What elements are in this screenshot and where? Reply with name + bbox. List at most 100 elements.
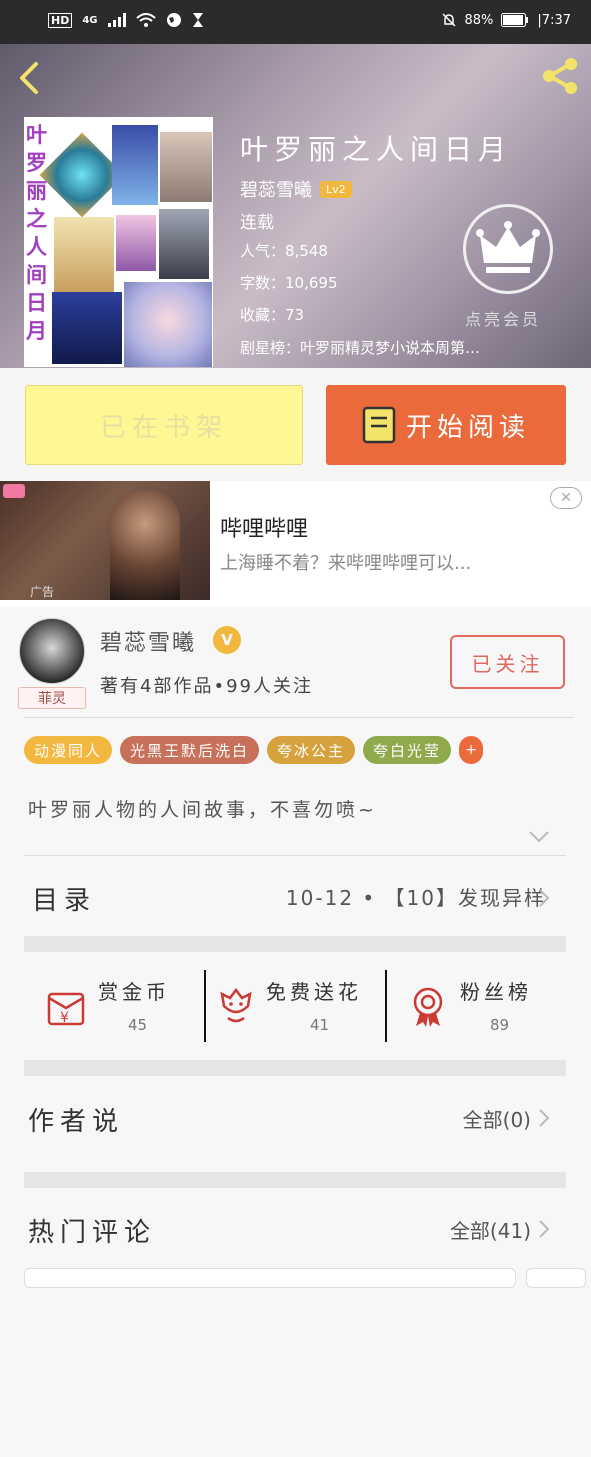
clock-text: |7:37 bbox=[537, 12, 571, 28]
globe-icon bbox=[166, 13, 181, 27]
gift-fans[interactable]: 粉丝榜 89 bbox=[388, 968, 566, 1044]
gift-count: 41 bbox=[310, 1016, 330, 1034]
vip-crown-button[interactable] bbox=[463, 204, 553, 294]
toc-latest-chapter[interactable]: 10-12 • 【10】发现异样 bbox=[286, 882, 546, 911]
book-title: 叶罗丽之人间日月 bbox=[240, 133, 513, 166]
wifi-icon bbox=[135, 13, 156, 27]
time-value: 7:37 bbox=[541, 12, 571, 28]
divider bbox=[24, 717, 574, 718]
hot-comments-all[interactable]: 全部(41) bbox=[450, 1215, 531, 1244]
chevron-right-icon[interactable] bbox=[537, 1108, 551, 1128]
author-works-info: 著有4部作品•99人关注 bbox=[100, 676, 313, 697]
gift-flower[interactable]: 免费送花 41 bbox=[206, 968, 386, 1044]
cover-art-5 bbox=[159, 209, 209, 279]
hd-icon: HD bbox=[48, 12, 73, 28]
chevron-right-icon[interactable] bbox=[537, 1219, 551, 1239]
gift-coin[interactable]: ¥ 赏金币 45 bbox=[24, 968, 204, 1044]
cover-art-6 bbox=[52, 292, 122, 364]
chevron-down-icon[interactable] bbox=[528, 830, 550, 844]
battery-text: 88% bbox=[464, 12, 494, 28]
book-cover[interactable]: 叶罗丽之人间日月 bbox=[24, 117, 213, 367]
hourglass-icon bbox=[192, 13, 203, 27]
favorites-label: 收藏： bbox=[240, 306, 286, 324]
verified-v-icon: V bbox=[213, 626, 241, 654]
popularity-value: 8,548 bbox=[285, 242, 328, 260]
ad-image[interactable]: 广告 bbox=[0, 481, 210, 600]
author-section-name[interactable]: 碧蕊雪曦 bbox=[100, 625, 196, 657]
in-shelf-button[interactable]: 已在书架 bbox=[25, 385, 303, 465]
author-say-all[interactable]: 全部(0) bbox=[463, 1104, 531, 1133]
gift-label: 赏金币 bbox=[98, 980, 170, 1004]
words-label: 字数： bbox=[240, 274, 286, 292]
start-reading-button[interactable]: 开始阅读 bbox=[326, 385, 566, 465]
words-stat: 字数：10,695 bbox=[240, 272, 338, 293]
ad-label: 广告 bbox=[30, 585, 55, 599]
divider bbox=[24, 855, 566, 856]
ad-title[interactable]: 哔哩哔哩 bbox=[220, 511, 308, 543]
words-value: 10,695 bbox=[285, 274, 338, 292]
gift-separator bbox=[385, 970, 387, 1042]
tag-item[interactable]: 光黑王默后洗白 bbox=[120, 736, 260, 764]
author-avatar[interactable] bbox=[19, 618, 85, 684]
book-description: 叶罗丽人物的人间故事，不喜勿喷~ bbox=[28, 799, 377, 821]
book-status: 连载 bbox=[240, 213, 274, 233]
svg-text:¥: ¥ bbox=[60, 1010, 69, 1026]
cover-art-7 bbox=[124, 282, 212, 367]
section-band bbox=[24, 1172, 566, 1188]
cover-art-2 bbox=[160, 132, 212, 202]
popularity-stat: 人气：8,548 bbox=[240, 240, 328, 261]
more-tags-button[interactable]: + bbox=[459, 736, 484, 764]
status-right: 88% |7:37 bbox=[441, 12, 571, 28]
gift-count: 45 bbox=[128, 1016, 148, 1034]
cover-art-1 bbox=[112, 125, 158, 205]
battery-icon bbox=[501, 13, 529, 27]
ad-subtitle[interactable]: 上海睡不着？来哔哩哔哩可以... bbox=[220, 549, 471, 575]
network-icon: 4G bbox=[82, 14, 98, 26]
comment-card[interactable] bbox=[526, 1268, 586, 1288]
medal-icon bbox=[413, 987, 443, 1027]
start-reading-label: 开始阅读 bbox=[405, 412, 530, 443]
gift-row: ¥ 赏金币 45 免费送花 41 粉丝榜 89 bbox=[24, 968, 566, 1044]
share-icon[interactable] bbox=[539, 56, 581, 96]
rank-text[interactable]: 剧星榜：叶罗丽精灵梦小说本周第… bbox=[240, 337, 590, 358]
favorites-stat: 收藏：73 bbox=[240, 304, 304, 325]
ad-figure bbox=[110, 491, 180, 600]
status-bar: HD 4G 88% |7:37 bbox=[0, 0, 591, 44]
author-title-badge: 菲灵 bbox=[18, 687, 86, 709]
toc-label[interactable]: 目录 bbox=[32, 880, 96, 917]
author-name: 碧蕊雪曦 bbox=[240, 180, 312, 201]
comment-card[interactable] bbox=[24, 1268, 516, 1288]
author-level-badge: Lv2 bbox=[320, 180, 352, 198]
back-arrow-icon[interactable] bbox=[12, 60, 48, 96]
gift-separator bbox=[204, 970, 206, 1042]
cover-title-vertical: 叶罗丽之人间日月 bbox=[26, 122, 47, 343]
author-say-label[interactable]: 作者说 bbox=[28, 1101, 124, 1138]
ad-close-button[interactable]: ✕ bbox=[550, 487, 582, 509]
flower-icon bbox=[220, 987, 252, 1023]
gift-label: 免费送花 bbox=[266, 980, 362, 1004]
hot-comments-label[interactable]: 热门评论 bbox=[28, 1212, 156, 1249]
gold-coin-envelope-icon: ¥ bbox=[47, 992, 85, 1026]
section-band bbox=[24, 1060, 566, 1076]
cover-art-3 bbox=[54, 217, 114, 297]
gift-count: 89 bbox=[490, 1016, 510, 1034]
favorites-value: 73 bbox=[285, 306, 305, 324]
crown-icon bbox=[476, 221, 540, 273]
bilibili-logo-icon bbox=[3, 484, 25, 498]
tag-item[interactable]: 夸白光莹 bbox=[363, 736, 452, 764]
popularity-label: 人气： bbox=[240, 242, 286, 260]
mute-bell-icon bbox=[441, 13, 456, 27]
vip-label[interactable]: 点亮会员 bbox=[465, 306, 541, 330]
status-left: HD 4G bbox=[48, 12, 204, 28]
gift-label: 粉丝榜 bbox=[460, 980, 532, 1004]
tag-item[interactable]: 夸冰公主 bbox=[267, 736, 356, 764]
ad-banner[interactable]: 广告 哔哩哔哩 上海睡不着？来哔哩哔哩可以... ✕ bbox=[0, 481, 591, 607]
section-band bbox=[24, 936, 566, 952]
follow-button[interactable]: 已关注 bbox=[450, 635, 565, 689]
book-icon bbox=[362, 406, 396, 444]
tag-list: 动漫同人 光黑王默后洗白 夸冰公主 夸白光莹 + bbox=[24, 736, 484, 764]
signal-icon bbox=[107, 13, 126, 27]
tag-item[interactable]: 动漫同人 bbox=[24, 736, 113, 764]
chevron-right-icon[interactable] bbox=[537, 888, 551, 908]
book-author[interactable]: 碧蕊雪曦 Lv2 bbox=[240, 176, 352, 202]
